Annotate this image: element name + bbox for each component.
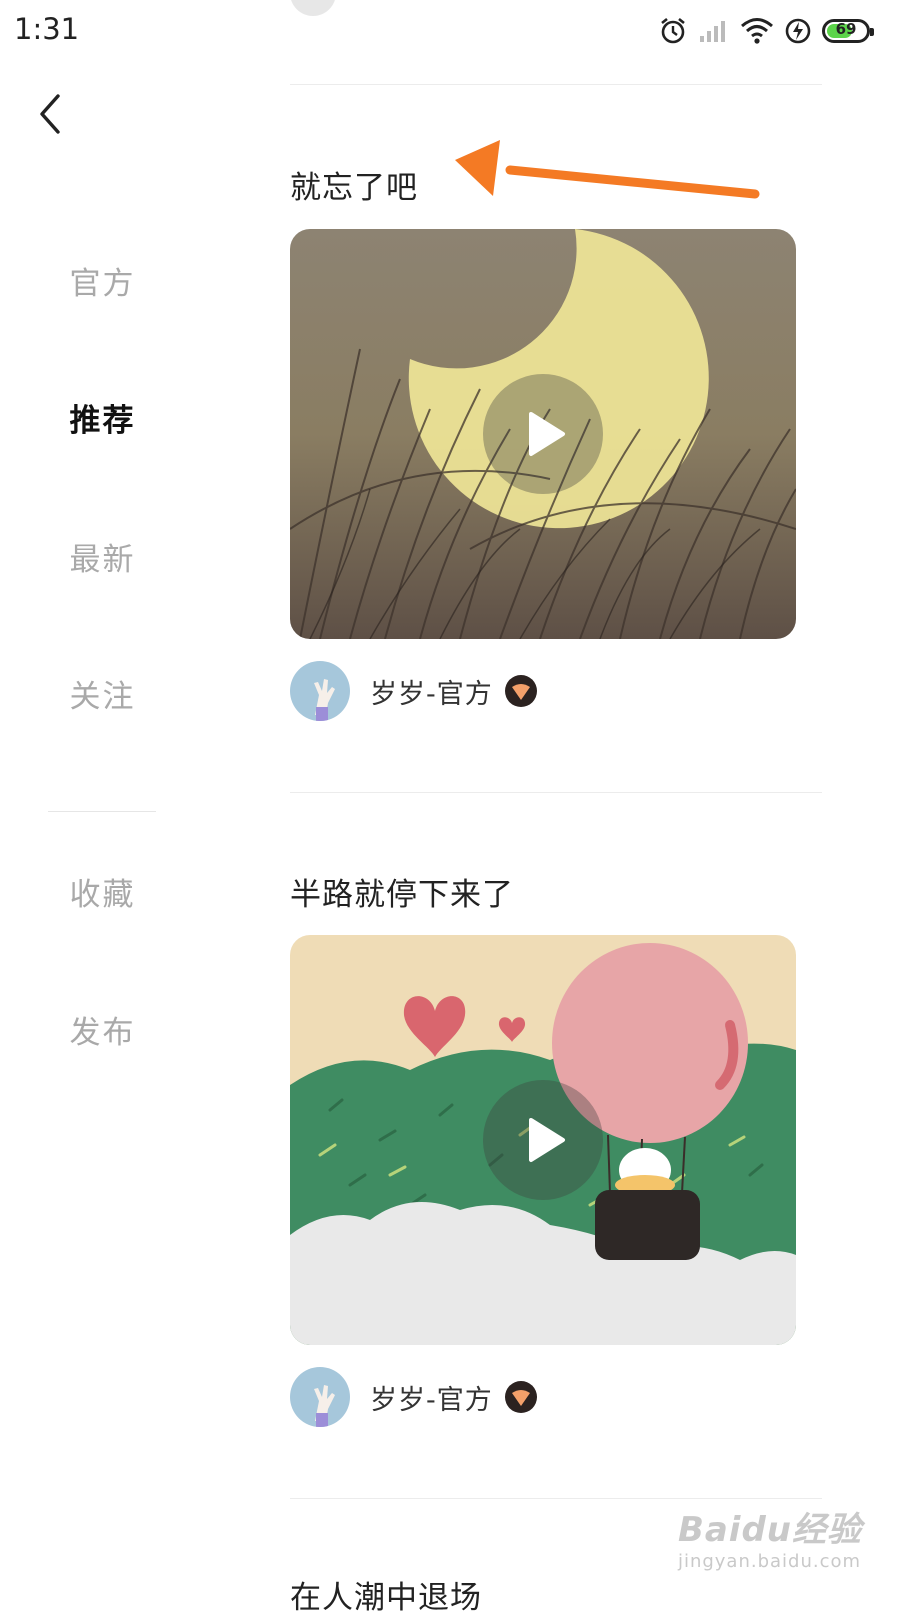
sidebar-item-recommended[interactable]: 推荐	[40, 395, 165, 440]
video-thumbnail[interactable]	[290, 229, 796, 639]
status-bar: 1:31 69	[0, 0, 900, 60]
watermark: Baidu经验 jingyan.baidu.com	[678, 1502, 862, 1572]
hand-wave-icon	[314, 679, 335, 721]
annotation-arrow-icon	[455, 140, 760, 199]
divider	[290, 84, 822, 85]
hand-wave-icon	[314, 1385, 335, 1427]
sidebar-item-official[interactable]: 官方	[40, 258, 165, 303]
sidebar-item-publish[interactable]: 发布	[40, 1007, 165, 1052]
post-title[interactable]: 半路就停下来了	[290, 869, 514, 914]
charging-icon	[785, 18, 811, 44]
divider	[290, 792, 822, 793]
play-icon	[529, 412, 565, 456]
author-name[interactable]: 岁岁-官方	[370, 1378, 493, 1417]
sidebar-divider	[48, 811, 156, 812]
sidebar-item-following[interactable]: 关注	[40, 671, 165, 716]
verified-badge-icon	[504, 1381, 537, 1413]
divider	[290, 1498, 822, 1499]
play-icon	[529, 1118, 565, 1162]
wifi-icon	[741, 18, 773, 44]
play-button[interactable]	[483, 1080, 603, 1200]
status-time: 1:31	[14, 12, 80, 46]
post-title[interactable]: 在人潮中退场	[290, 1572, 482, 1617]
chevron-left-icon	[40, 94, 60, 134]
battery-level-text: 69	[835, 20, 857, 38]
back-button[interactable]	[30, 88, 70, 140]
status-icons: 69	[658, 14, 874, 48]
author-row[interactable]: 岁岁-官方	[290, 660, 537, 722]
signal-icon	[700, 21, 725, 42]
post-title[interactable]: 就忘了吧	[290, 162, 418, 207]
sidebar-item-latest[interactable]: 最新	[40, 534, 165, 579]
watermark-logo: Baidu经验	[677, 1510, 862, 1550]
author-name[interactable]: 岁岁-官方	[370, 672, 493, 711]
video-thumbnail[interactable]	[290, 935, 796, 1345]
battery-icon: 69	[822, 19, 874, 43]
play-button[interactable]	[483, 374, 603, 494]
author-row[interactable]: 岁岁-官方	[290, 1366, 537, 1428]
sidebar-item-favorites[interactable]: 收藏	[40, 869, 165, 914]
avatar[interactable]	[290, 661, 350, 721]
alarm-icon	[661, 17, 685, 44]
watermark-url: jingyan.baidu.com	[677, 1551, 862, 1572]
verified-badge-icon	[504, 675, 537, 707]
avatar[interactable]	[290, 1367, 350, 1427]
